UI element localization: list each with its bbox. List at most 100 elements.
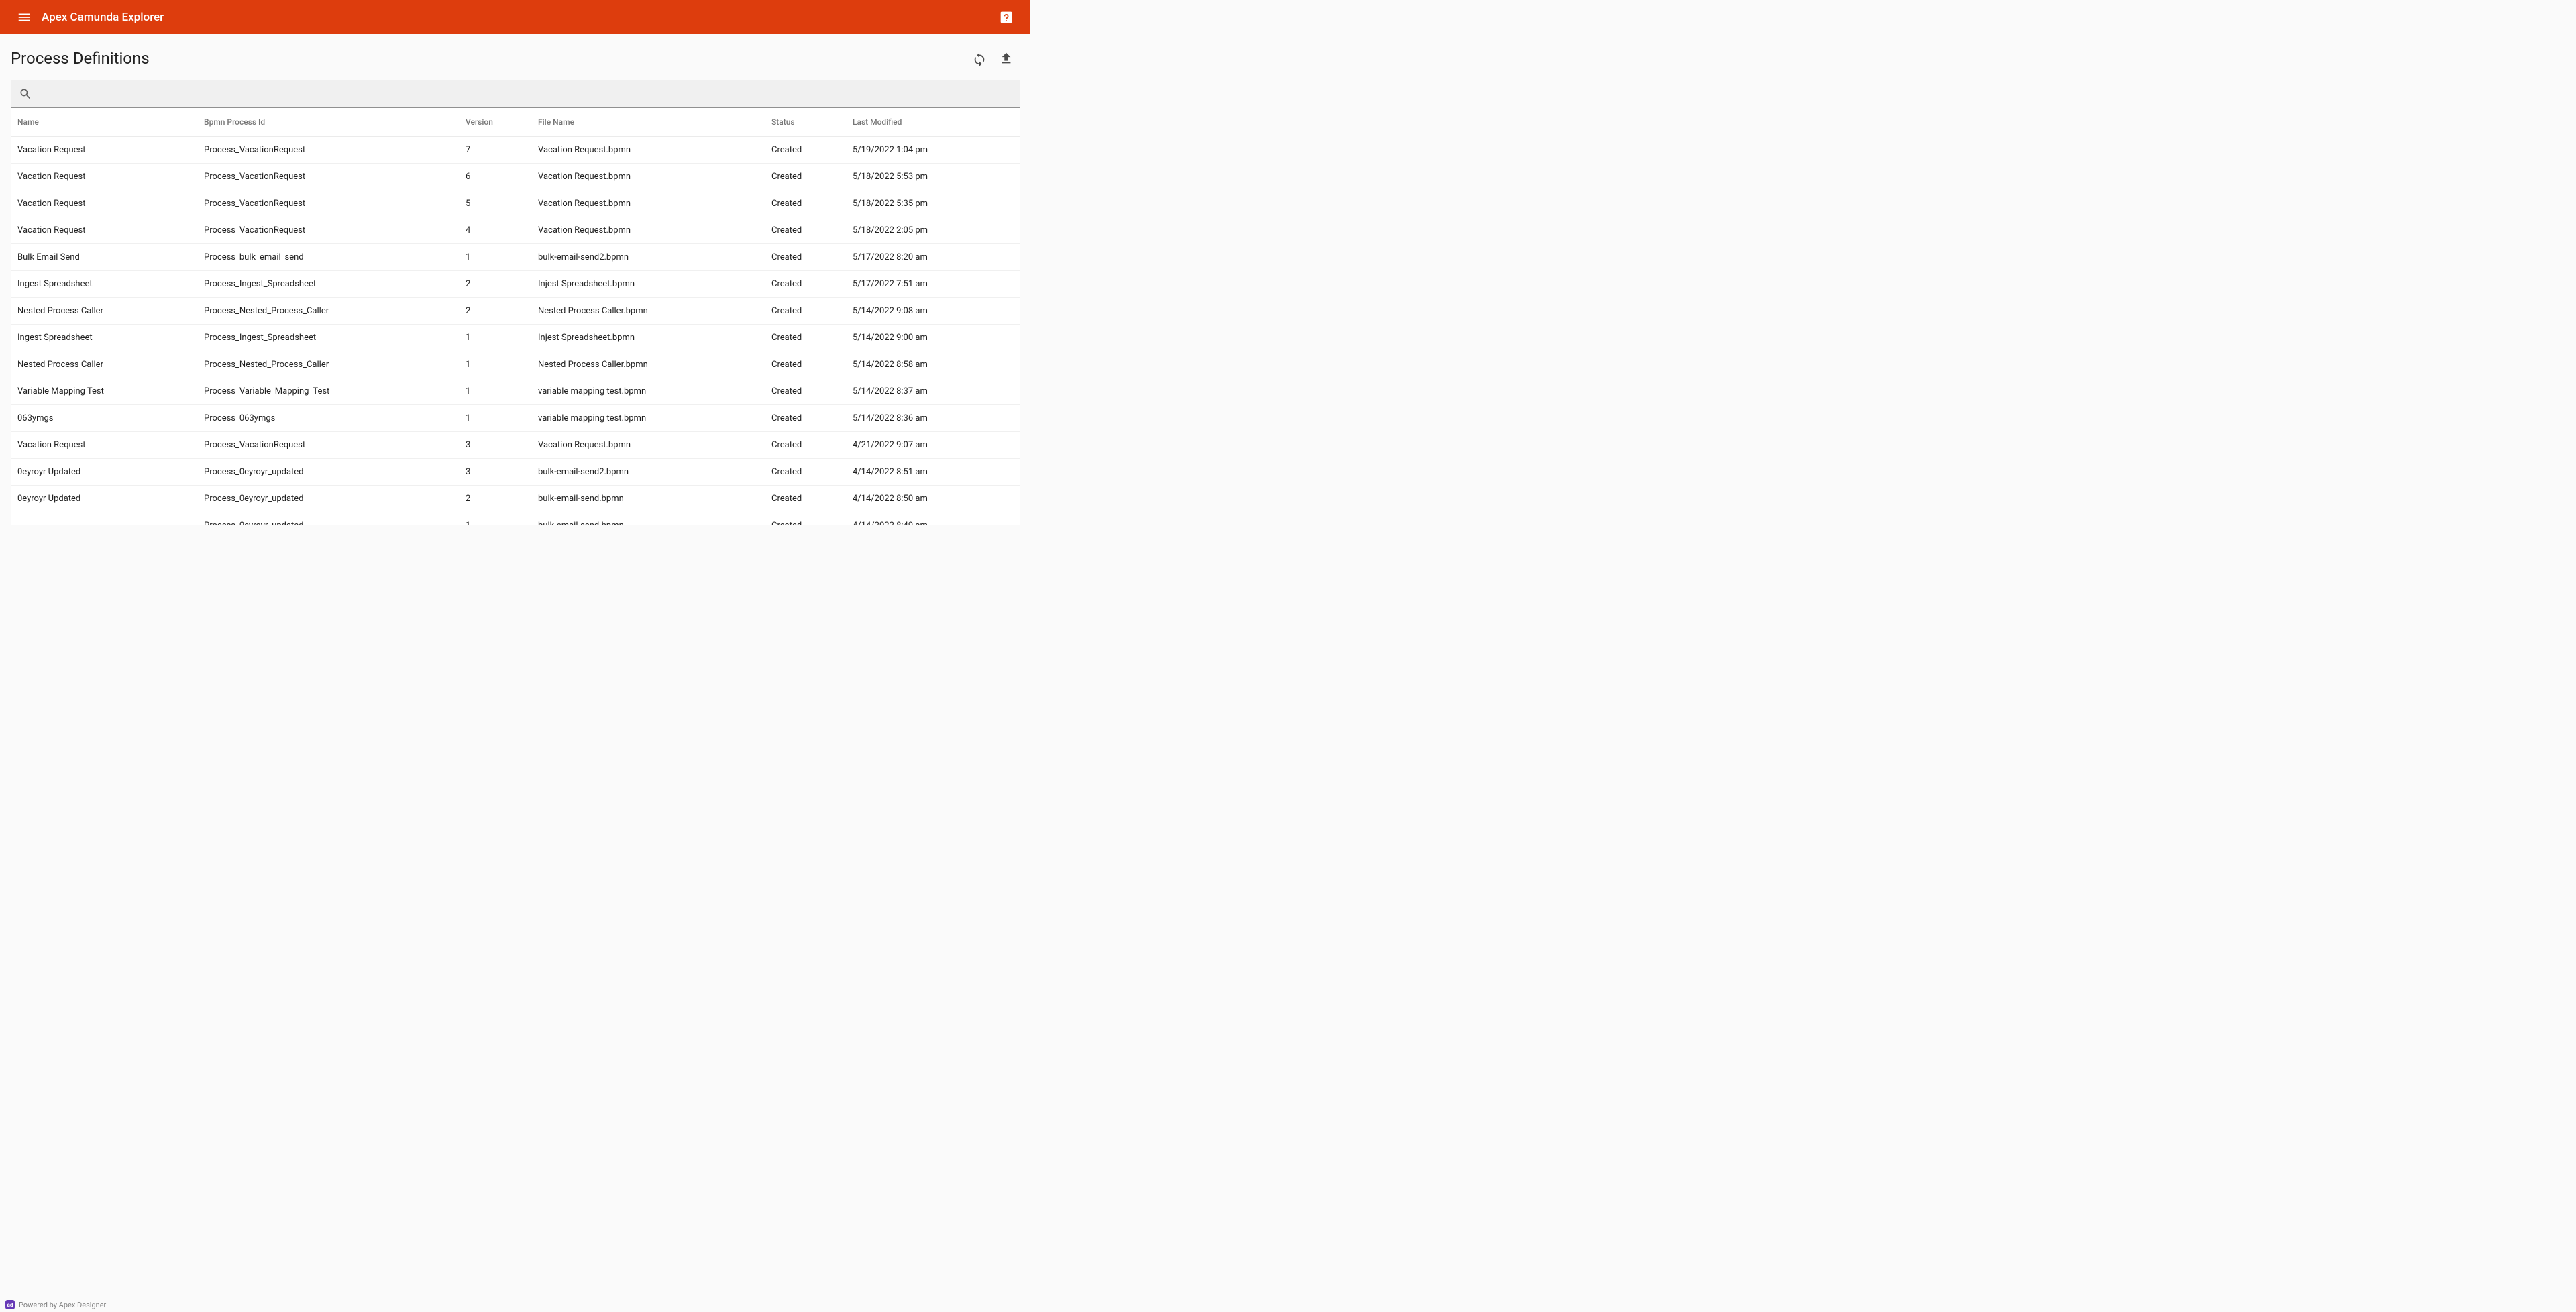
cell-status: Created xyxy=(766,244,847,271)
cell-status: Created xyxy=(766,164,847,190)
cell-version: 1 xyxy=(460,512,533,526)
cell-bpmn_process_id: Process_VacationRequest xyxy=(199,137,460,164)
cell-name xyxy=(11,512,199,526)
table-scroll[interactable]: Name Bpmn Process Id Version File Name S… xyxy=(11,108,1020,525)
process-definitions-table: Name Bpmn Process Id Version File Name S… xyxy=(11,108,1020,525)
refresh-icon xyxy=(972,51,987,66)
cell-bpmn_process_id: Process_VacationRequest xyxy=(199,190,460,217)
help-button[interactable] xyxy=(993,4,1020,31)
refresh-button[interactable] xyxy=(966,45,993,72)
cell-bpmn_process_id: Process_Nested_Process_Caller xyxy=(199,351,460,378)
cell-last_modified: 5/17/2022 7:51 am xyxy=(847,271,1020,298)
cell-version: 6 xyxy=(460,164,533,190)
cell-file_name: variable mapping test.bpmn xyxy=(533,405,766,432)
table-row[interactable]: 0eyroyr UpdatedProcess_0eyroyr_updated3b… xyxy=(11,459,1020,486)
table-row[interactable]: Vacation RequestProcess_VacationRequest3… xyxy=(11,432,1020,459)
page-title: Process Definitions xyxy=(11,49,150,68)
cell-file_name: bulk-email-send.bpmn xyxy=(533,512,766,526)
cell-status: Created xyxy=(766,217,847,244)
cell-bpmn_process_id: Process_Variable_Mapping_Test xyxy=(199,378,460,405)
cell-name: Bulk Email Send xyxy=(11,244,199,271)
cell-status: Created xyxy=(766,137,847,164)
cell-bpmn_process_id: Process_Nested_Process_Caller xyxy=(199,298,460,325)
cell-bpmn_process_id: Process_VacationRequest xyxy=(199,217,460,244)
help-icon xyxy=(1000,11,1013,24)
cell-file_name: bulk-email-send.bpmn xyxy=(533,486,766,512)
cell-version: 3 xyxy=(460,459,533,486)
cell-last_modified: 5/14/2022 8:37 am xyxy=(847,378,1020,405)
col-header-version[interactable]: Version xyxy=(460,108,533,137)
cell-version: 1 xyxy=(460,244,533,271)
cell-status: Created xyxy=(766,190,847,217)
cell-name: Vacation Request xyxy=(11,137,199,164)
cell-version: 2 xyxy=(460,271,533,298)
cell-version: 4 xyxy=(460,217,533,244)
col-header-name[interactable]: Name xyxy=(11,108,199,137)
cell-name: Vacation Request xyxy=(11,432,199,459)
cell-last_modified: 4/21/2022 9:07 am xyxy=(847,432,1020,459)
cell-version: 7 xyxy=(460,137,533,164)
cell-last_modified: 5/14/2022 9:00 am xyxy=(847,325,1020,351)
cell-bpmn_process_id: Process_0eyroyr_updated xyxy=(199,459,460,486)
search-input[interactable] xyxy=(38,80,1012,107)
table-row[interactable]: Vacation RequestProcess_VacationRequest7… xyxy=(11,137,1020,164)
table-row[interactable]: Variable Mapping TestProcess_Variable_Ma… xyxy=(11,378,1020,405)
table-row[interactable]: Vacation RequestProcess_VacationRequest4… xyxy=(11,217,1020,244)
cell-last_modified: 4/14/2022 8:50 am xyxy=(847,486,1020,512)
search-field[interactable] xyxy=(11,80,1020,108)
cell-bpmn_process_id: Process_Ingest_Spreadsheet xyxy=(199,271,460,298)
upload-button[interactable] xyxy=(993,45,1020,72)
col-header-status[interactable]: Status xyxy=(766,108,847,137)
cell-status: Created xyxy=(766,486,847,512)
col-header-bpmn-process-id[interactable]: Bpmn Process Id xyxy=(199,108,460,137)
cell-bpmn_process_id: Process_0eyroyr_updated xyxy=(199,486,460,512)
table-row[interactable]: Vacation RequestProcess_VacationRequest 5… xyxy=(11,190,1020,217)
powered-by-link[interactable]: Powered by Apex Designer xyxy=(19,1301,106,1309)
cell-name: Vacation Request xyxy=(11,190,199,217)
cell-name: Ingest Spreadsheet xyxy=(11,325,199,351)
table-row[interactable]: Vacation RequestProcess_VacationRequest6… xyxy=(11,164,1020,190)
cell-last_modified: 5/14/2022 8:58 am xyxy=(847,351,1020,378)
table-row[interactable]: Process_0eyroyr_updated1bulk-email-send.… xyxy=(11,512,1020,526)
cell-name: 063ymgs xyxy=(11,405,199,432)
cell-bpmn_process_id: Process_VacationRequest xyxy=(199,432,460,459)
cell-status: Created xyxy=(766,298,847,325)
table-row[interactable]: Nested Process CallerProcess_Nested_Proc… xyxy=(11,298,1020,325)
cell-bpmn_process_id: Process_063ymgs xyxy=(199,405,460,432)
table-row[interactable]: Ingest SpreadsheetProcess_Ingest_Spreads… xyxy=(11,271,1020,298)
cell-file_name: Vacation Request.bpmn xyxy=(533,137,766,164)
cell-file_name: Vacation Request.bpmn xyxy=(533,190,766,217)
cell-last_modified: 5/18/2022 5:35 pm xyxy=(847,190,1020,217)
col-header-file-name[interactable]: File Name xyxy=(533,108,766,137)
menu-button[interactable] xyxy=(11,4,38,31)
cell-name: Ingest Spreadsheet xyxy=(11,271,199,298)
cell-status: Created xyxy=(766,459,847,486)
page-header: Process Definitions xyxy=(11,45,1020,72)
cell-version: 1 xyxy=(460,378,533,405)
table-row[interactable]: 0eyroyr UpdatedProcess_0eyroyr_updated2b… xyxy=(11,486,1020,512)
cell-version: 2 xyxy=(460,298,533,325)
cell-bpmn_process_id: Process_0eyroyr_updated xyxy=(199,512,460,526)
cell-last_modified: 4/14/2022 8:51 am xyxy=(847,459,1020,486)
cell-file_name: Vacation Request.bpmn xyxy=(533,217,766,244)
col-header-last-modified[interactable]: Last Modified xyxy=(847,108,1020,137)
cell-status: Created xyxy=(766,271,847,298)
cell-name: Vacation Request xyxy=(11,164,199,190)
app-title: Apex Camunda Explorer xyxy=(42,11,164,24)
footer: ad Powered by Apex Designer xyxy=(0,1297,111,1312)
cell-name: 0eyroyr Updated xyxy=(11,486,199,512)
cell-last_modified: 5/18/2022 2:05 pm xyxy=(847,217,1020,244)
cell-file_name: bulk-email-send2.bpmn xyxy=(533,244,766,271)
table-row[interactable]: Ingest SpreadsheetProcess_Ingest_Spreads… xyxy=(11,325,1020,351)
cell-name: 0eyroyr Updated xyxy=(11,459,199,486)
table-row[interactable]: 063ymgsProcess_063ymgs1variable mapping … xyxy=(11,405,1020,432)
table-row[interactable]: Bulk Email SendProcess_bulk_email_send1b… xyxy=(11,244,1020,271)
upload-icon xyxy=(999,51,1014,66)
cell-bpmn_process_id: Process_VacationRequest xyxy=(199,164,460,190)
app-toolbar: Apex Camunda Explorer xyxy=(0,0,1030,34)
cell-last_modified: 5/17/2022 8:20 am xyxy=(847,244,1020,271)
page-content: Process Definitions Name Bpmn Process Id xyxy=(0,34,1030,536)
table-row[interactable]: Nested Process CallerProcess_Nested_Proc… xyxy=(11,351,1020,378)
cell-file_name: bulk-email-send2.bpmn xyxy=(533,459,766,486)
cell-status: Created xyxy=(766,512,847,526)
